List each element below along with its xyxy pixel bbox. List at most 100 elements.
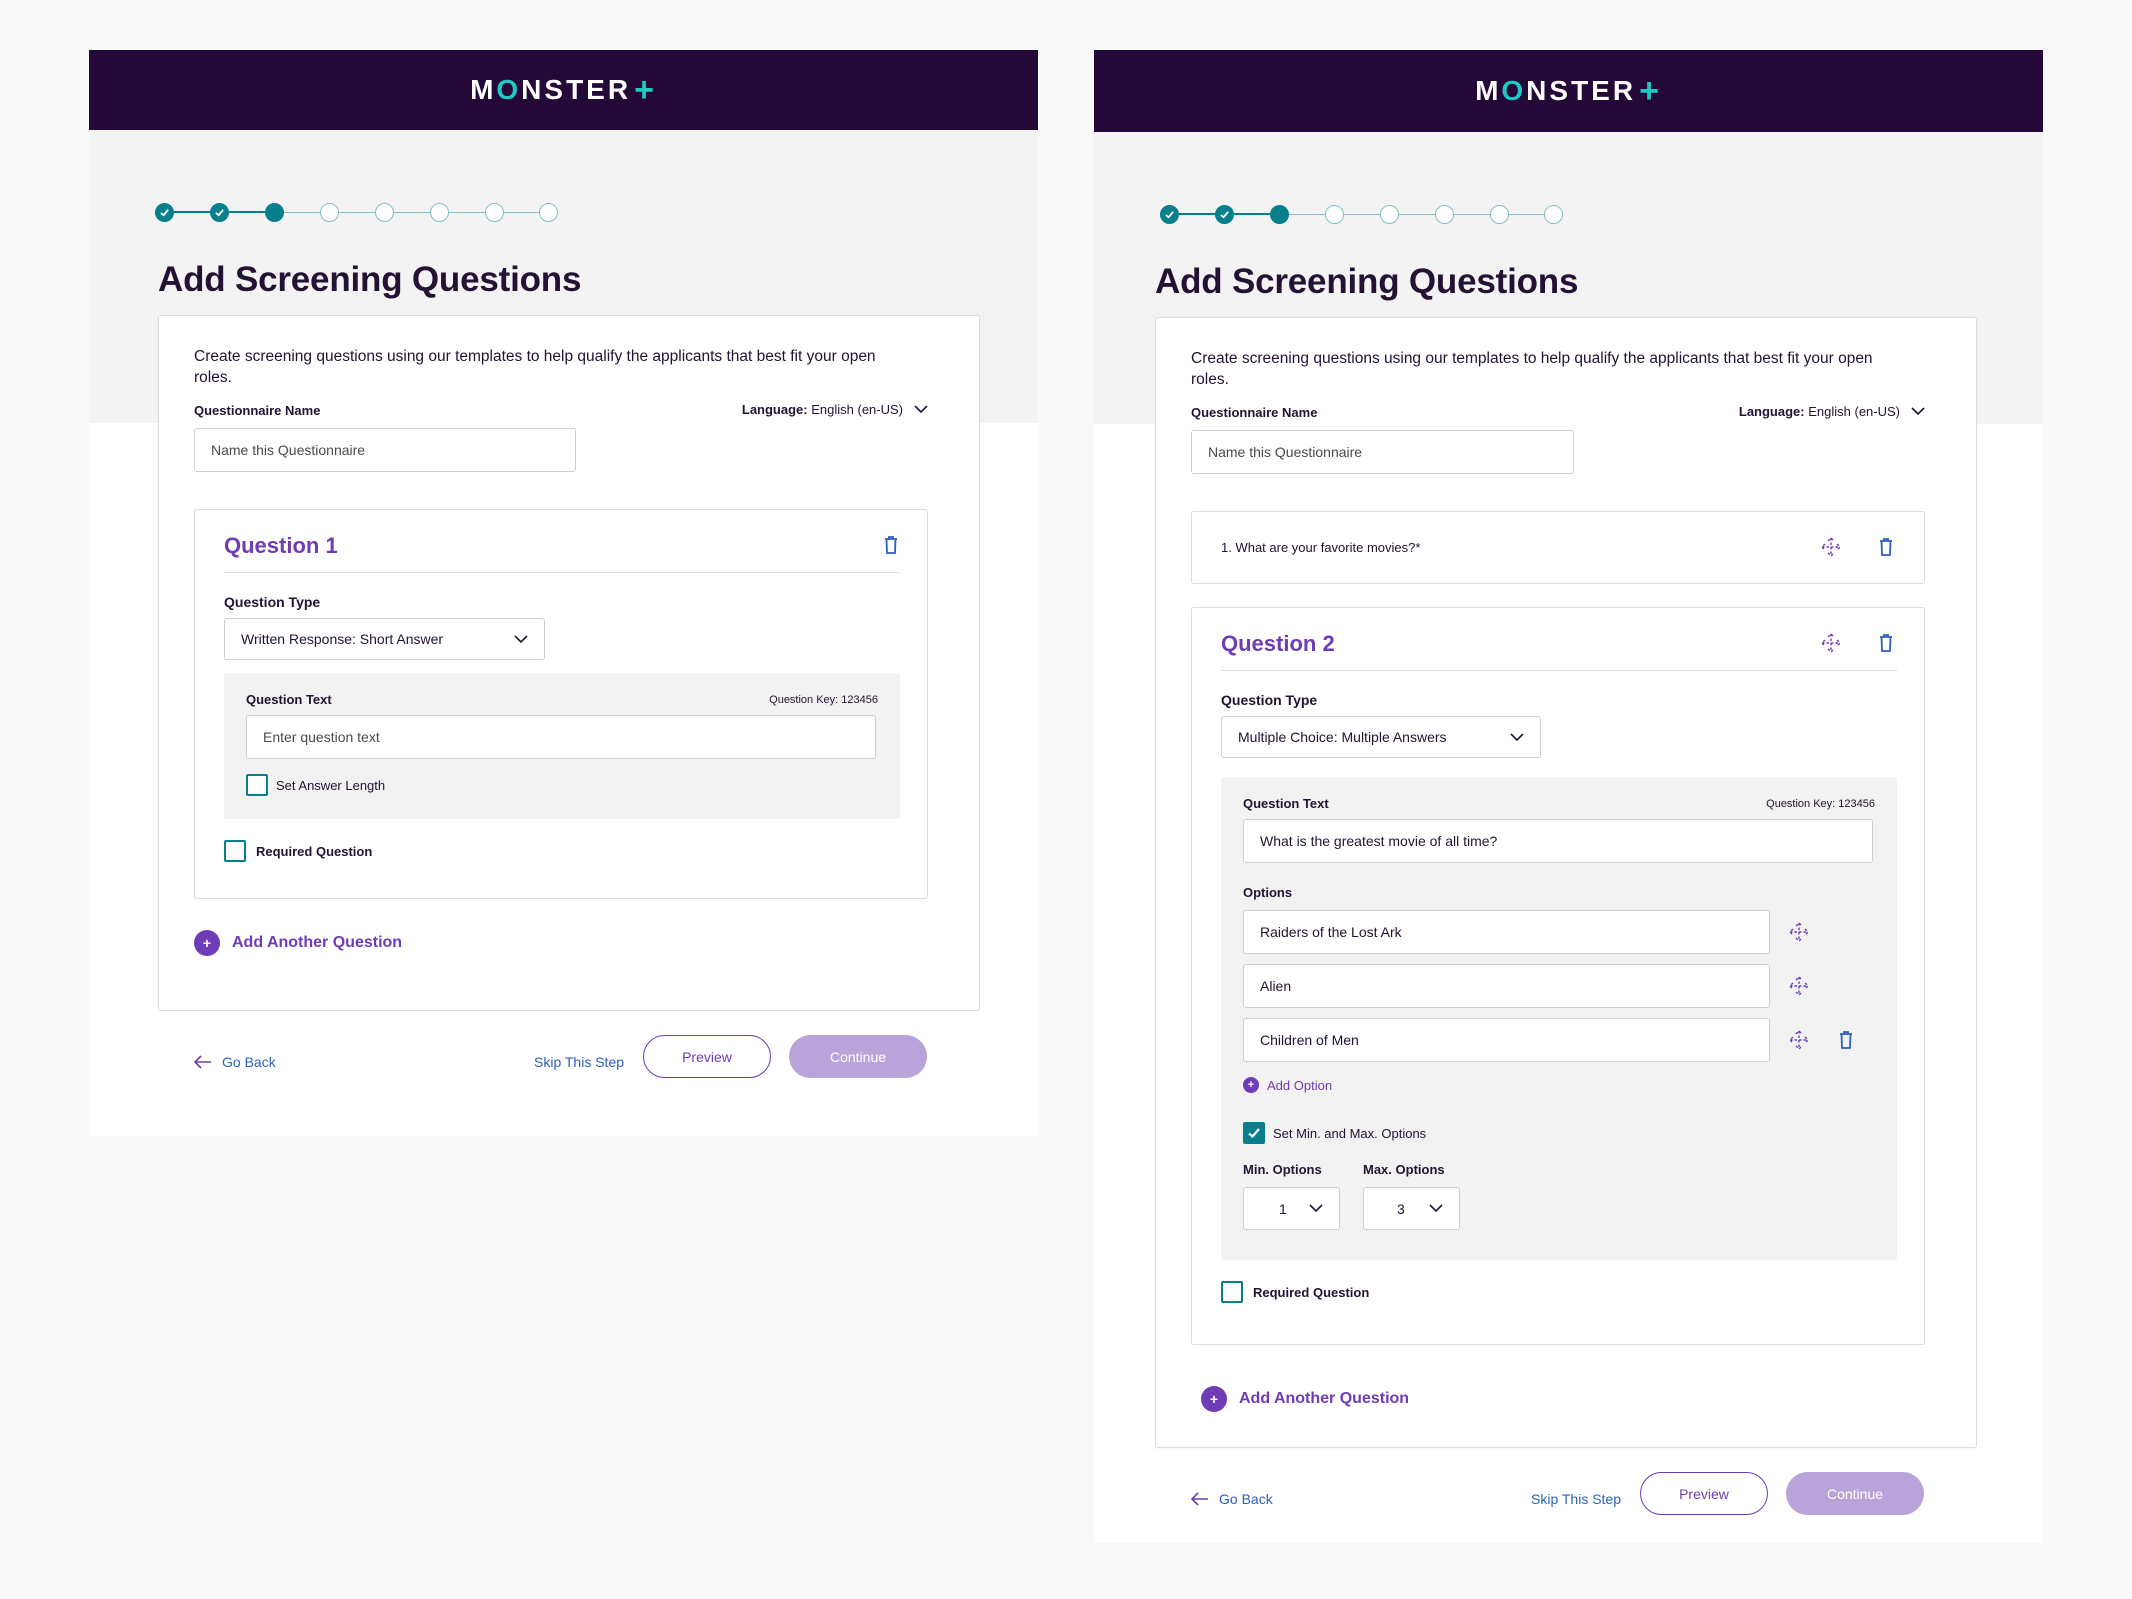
chevron-down-icon bbox=[1429, 1204, 1443, 1213]
question-text-label: Question Text bbox=[246, 692, 332, 707]
required-question-checkbox[interactable] bbox=[1221, 1281, 1243, 1303]
step-5 bbox=[375, 203, 394, 222]
set-answer-length-checkbox[interactable] bbox=[246, 774, 268, 796]
check-icon bbox=[215, 209, 224, 217]
check-icon bbox=[1248, 1128, 1260, 1139]
question-text-input[interactable]: What is the greatest movie of all time? bbox=[1243, 819, 1873, 863]
page-title: Add Screening Questions bbox=[158, 260, 582, 299]
delete-question-button[interactable] bbox=[1873, 630, 1899, 656]
language-select[interactable]: Language: English (en-US) bbox=[1739, 403, 1926, 419]
chevron-down-icon bbox=[1510, 733, 1524, 742]
check-icon bbox=[160, 209, 169, 217]
move-icon bbox=[1821, 633, 1841, 653]
page-title: Add Screening Questions bbox=[1155, 262, 1579, 301]
step-4 bbox=[1325, 205, 1344, 224]
continue-button[interactable]: Continue bbox=[1786, 1472, 1924, 1515]
collapsed-question-text: 1. What are your favorite movies?* bbox=[1221, 540, 1421, 555]
step-7 bbox=[485, 203, 504, 222]
questionnaire-name-input[interactable]: Name this Questionnaire bbox=[194, 428, 576, 472]
questionnaire-name-label: Questionnaire Name bbox=[194, 403, 321, 418]
chevron-down-icon bbox=[1911, 407, 1925, 416]
progress-stepper bbox=[1160, 204, 1563, 224]
move-icon bbox=[1821, 537, 1841, 557]
arrow-left-icon bbox=[1191, 1492, 1208, 1506]
step-4 bbox=[320, 203, 339, 222]
step-1-complete bbox=[1160, 205, 1179, 224]
step-3-current bbox=[265, 203, 284, 222]
move-option-handle[interactable] bbox=[1786, 1027, 1812, 1053]
step-6 bbox=[1435, 205, 1454, 224]
check-icon bbox=[1165, 211, 1174, 219]
question-text-panel: Question Text Question Key: 123456 What … bbox=[1221, 777, 1897, 1260]
skip-this-step-link[interactable]: Skip This Step bbox=[1531, 1491, 1621, 1507]
required-question-label: Required Question bbox=[256, 844, 373, 859]
intro-text: Create screening questions using our tem… bbox=[1191, 350, 1873, 388]
question-text-input[interactable]: Enter question text bbox=[246, 715, 876, 759]
trash-icon bbox=[1840, 1031, 1852, 1049]
step-2-complete bbox=[210, 203, 229, 222]
plus-icon: + bbox=[1243, 1077, 1259, 1093]
divider bbox=[224, 572, 900, 573]
question-key: Question Key: 123456 bbox=[1766, 798, 1875, 810]
add-another-question-button[interactable]: + Add Another Question bbox=[194, 930, 402, 956]
monster-logo[interactable]: M O NSTER + bbox=[1475, 74, 1662, 108]
question-type-label: Question Type bbox=[224, 594, 321, 610]
question-title: Question 2 bbox=[1221, 631, 1335, 656]
language-select[interactable]: Language: English (en-US) bbox=[742, 401, 929, 417]
step-5 bbox=[1380, 205, 1399, 224]
questionnaire-card: Create screening questions using our tem… bbox=[158, 315, 980, 1011]
move-icon bbox=[1789, 922, 1809, 942]
delete-question-button[interactable] bbox=[878, 532, 904, 558]
screen-multiple-questions: M O NSTER + Add Screening Questions Create … bbox=[1094, 50, 2043, 1543]
step-3-current bbox=[1270, 205, 1289, 224]
move-option-handle[interactable] bbox=[1786, 919, 1812, 945]
skip-this-step-link[interactable]: Skip This Step bbox=[534, 1054, 624, 1070]
monster-logo[interactable]: M O NSTER + bbox=[470, 73, 657, 107]
min-options-select[interactable]: 1 bbox=[1243, 1187, 1340, 1230]
question-title: Question 1 bbox=[224, 533, 338, 558]
add-another-question-button[interactable]: + Add Another Question bbox=[1201, 1386, 1409, 1412]
divider bbox=[1221, 670, 1897, 671]
chevron-down-icon bbox=[1309, 1204, 1323, 1213]
min-options-label: Min. Options bbox=[1243, 1162, 1322, 1177]
question-text-label: Question Text bbox=[1243, 796, 1329, 811]
plus-icon: + bbox=[1201, 1386, 1227, 1412]
question-type-select[interactable]: Multiple Choice: Multiple Answers bbox=[1221, 716, 1541, 758]
add-option-button[interactable]: + Add Option bbox=[1243, 1077, 1332, 1093]
screen-single-question: M O NSTER + Add Screening Questions Create … bbox=[89, 50, 1038, 1136]
continue-button[interactable]: Continue bbox=[789, 1035, 927, 1078]
move-icon bbox=[1789, 1030, 1809, 1050]
step-1-complete bbox=[155, 203, 174, 222]
move-option-handle[interactable] bbox=[1786, 973, 1812, 999]
option-input-1[interactable]: Raiders of the Lost Ark bbox=[1243, 910, 1770, 954]
max-options-select[interactable]: 3 bbox=[1363, 1187, 1460, 1230]
go-back-link[interactable]: Go Back bbox=[1191, 1491, 1273, 1507]
go-back-link[interactable]: Go Back bbox=[194, 1054, 276, 1070]
option-input-3[interactable]: Children of Men bbox=[1243, 1018, 1770, 1062]
step-2-complete bbox=[1215, 205, 1234, 224]
question-1-box: Question 1 Question Type Written Respons… bbox=[194, 509, 928, 899]
preview-button[interactable]: Preview bbox=[1640, 1472, 1768, 1515]
trash-icon bbox=[885, 536, 897, 554]
step-6 bbox=[430, 203, 449, 222]
question-key: Question Key: 123456 bbox=[769, 694, 878, 706]
set-answer-length-label: Set Answer Length bbox=[276, 778, 386, 793]
option-input-2[interactable]: Alien bbox=[1243, 964, 1770, 1008]
step-8 bbox=[539, 203, 558, 222]
delete-question-button[interactable] bbox=[1873, 534, 1899, 560]
questionnaire-name-label: Questionnaire Name bbox=[1191, 405, 1318, 420]
delete-option-button[interactable] bbox=[1833, 1027, 1859, 1053]
preview-button[interactable]: Preview bbox=[643, 1035, 771, 1078]
move-question-handle[interactable] bbox=[1818, 630, 1844, 656]
questionnaire-name-input[interactable]: Name this Questionnaire bbox=[1191, 430, 1574, 474]
questionnaire-card: Create screening questions using our tem… bbox=[1155, 317, 1977, 1448]
required-question-checkbox[interactable] bbox=[224, 840, 246, 862]
move-question-handle[interactable] bbox=[1818, 534, 1844, 560]
plus-icon: + bbox=[194, 930, 220, 956]
question-type-select[interactable]: Written Response: Short Answer bbox=[224, 618, 545, 660]
set-min-max-checkbox[interactable] bbox=[1243, 1122, 1265, 1144]
chevron-down-icon bbox=[914, 405, 928, 414]
question-1-collapsed[interactable]: 1. What are your favorite movies?* bbox=[1191, 511, 1925, 584]
question-text-panel: Question Text Question Key: 123456 Enter… bbox=[224, 673, 900, 819]
progress-stepper bbox=[155, 202, 558, 222]
